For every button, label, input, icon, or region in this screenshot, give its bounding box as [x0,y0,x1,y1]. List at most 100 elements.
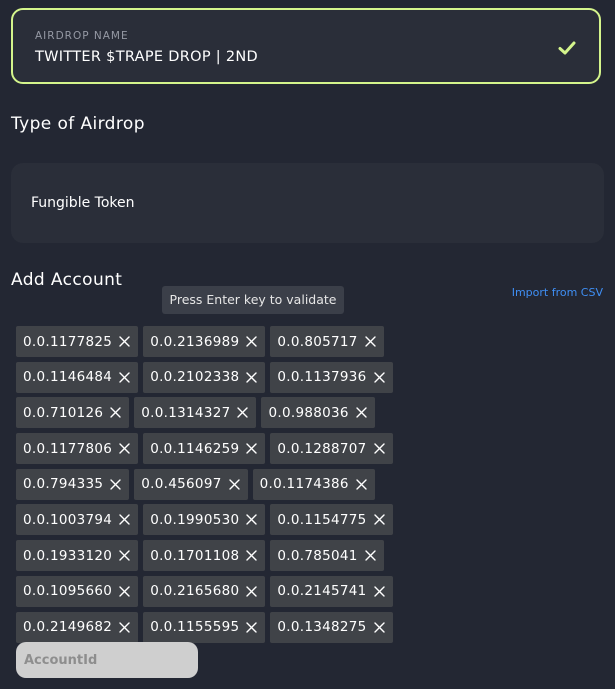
account-chip-label: 0.0.1095660 [23,583,113,600]
remove-chip-icon[interactable] [119,371,130,383]
account-chip-label: 0.0.1933120 [23,547,113,564]
remove-chip-icon[interactable] [373,371,385,383]
account-chip: 0.0.1095660 [16,575,139,607]
account-chip-label: 0.0.1003794 [23,511,113,528]
account-chip: 0.0.2165680 [143,575,266,607]
airdrop-form: AIRDROP NAME TWITTER $TRAPE DROP | 2ND T… [0,0,615,689]
remove-chip-icon[interactable] [119,550,130,561]
remove-chip-icon[interactable] [237,407,249,419]
remove-chip-icon[interactable] [246,336,258,347]
account-chip-label: 0.0.1155595 [150,619,240,635]
account-chip-label: 0.0.2145741 [277,583,367,600]
account-chip: 0.0.2149682 [16,611,139,643]
remove-chip-icon[interactable] [246,621,258,633]
remove-chip-icon[interactable] [364,550,376,561]
remove-chip-icon[interactable] [119,336,130,347]
remove-chip-icon[interactable] [373,443,385,454]
account-chip-label: 0.0.1146484 [23,369,113,386]
account-chip: 0.0.456097 [134,468,248,500]
account-chip-label: 0.0.2136989 [150,333,240,350]
remove-chip-icon[interactable] [119,586,130,597]
account-chip: 0.0.785041 [270,540,384,572]
remove-chip-icon[interactable] [119,443,130,454]
account-chip: 0.0.1990530 [143,504,266,536]
import-csv-link[interactable]: Import from CSV [512,286,603,299]
remove-chip-icon[interactable] [119,514,130,526]
account-chip: 0.0.710126 [16,397,130,429]
account-chip-row: 0.0.794335 0.0.456097 0.0.1174386 [16,468,436,500]
account-chip-row: 0.0.710126 0.0.1314327 0.0.988036 [16,397,436,429]
remove-chip-icon[interactable] [246,586,258,597]
account-chip: 0.0.1933120 [16,540,139,572]
account-chip: 0.0.1177806 [16,433,139,465]
remove-chip-icon[interactable] [356,479,367,490]
account-chip-label: 0.0.1137936 [277,369,367,386]
account-chip-label: 0.0.794335 [23,476,104,493]
account-chip-row: 0.0.1177806 0.0.1146259 0.0.1288707 [16,433,436,465]
account-chip: 0.0.2136989 [143,326,266,357]
remove-chip-icon[interactable] [356,407,367,419]
remove-chip-icon[interactable] [373,621,385,633]
account-chip-label: 0.0.1990530 [150,511,240,528]
account-chip-row: 0.0.2149682 0.0.1155595 0.0.1348275 [16,611,436,643]
remove-chip-icon[interactable] [364,336,376,347]
account-chip: 0.0.1177825 [16,326,139,357]
account-chip-row: 0.0.1095660 0.0.2165680 0.0.2145741 [16,575,436,607]
account-chip: 0.0.2145741 [270,575,393,607]
remove-chip-icon[interactable] [246,371,258,383]
validate-tooltip: Press Enter key to validate [162,286,344,314]
airdrop-type-select[interactable]: Fungible Token [11,163,604,243]
account-chip: 0.0.1146484 [16,361,139,393]
account-chip: 0.0.1701108 [143,540,266,572]
account-chip-label: 0.0.1177806 [23,440,113,457]
remove-chip-icon[interactable] [246,443,258,454]
account-chip-label: 0.0.710126 [23,404,104,421]
account-chip-list: 0.0.1177825 0.0.2136989 0.0.805717 0.0.1146… [16,326,436,647]
account-chip: 0.0.1314327 [134,397,257,429]
account-chip: 0.0.1137936 [270,361,393,393]
account-id-input[interactable] [16,642,198,678]
remove-chip-icon[interactable] [246,514,258,526]
remove-chip-icon[interactable] [119,621,130,633]
account-chip-label: 0.0.1146259 [150,440,240,457]
account-chip: 0.0.1174386 [252,468,375,500]
remove-chip-icon[interactable] [228,479,240,490]
account-chip-row: 0.0.1933120 0.0.1701108 0.0.785041 [16,540,436,572]
account-chip-label: 0.0.1701108 [150,547,240,564]
account-chip-label: 0.0.988036 [268,404,349,421]
account-chip-label: 0.0.1177825 [23,333,113,350]
airdrop-name-field[interactable]: AIRDROP NAME TWITTER $TRAPE DROP | 2ND [11,8,601,84]
account-chip: 0.0.1348275 [270,611,393,643]
account-chip: 0.0.1288707 [270,433,393,465]
check-icon [558,41,576,55]
account-chip: 0.0.1146259 [143,433,266,465]
account-chip-row: 0.0.1003794 0.0.1990530 0.0.1154775 [16,504,436,536]
remove-chip-icon[interactable] [246,550,258,561]
airdrop-name-value[interactable]: TWITTER $TRAPE DROP | 2ND [35,49,258,65]
account-chip-label: 0.0.1154775 [277,511,367,528]
account-chip: 0.0.805717 [270,326,384,357]
airdrop-type-value: Fungible Token [31,195,135,211]
account-chip-label: 0.0.1174386 [259,476,349,493]
account-chip-label: 0.0.2102338 [150,369,240,386]
account-chip-label: 0.0.2149682 [23,619,113,635]
remove-chip-icon[interactable] [110,407,121,419]
account-chip-row: 0.0.1146484 0.0.2102338 0.0.1137936 [16,361,436,393]
account-chip-label: 0.0.805717 [277,333,358,350]
remove-chip-icon[interactable] [373,586,385,597]
remove-chip-icon[interactable] [110,479,121,490]
account-chip-row: 0.0.1177825 0.0.2136989 0.0.805717 [16,326,436,357]
airdrop-name-label: AIRDROP NAME [35,30,129,42]
account-chip-label: 0.0.785041 [277,547,358,564]
remove-chip-icon[interactable] [373,514,385,526]
account-chip: 0.0.794335 [16,468,130,500]
account-chip-label: 0.0.2165680 [150,583,240,600]
account-chip: 0.0.1154775 [270,504,393,536]
type-of-airdrop-title: Type of Airdrop [11,114,145,134]
account-chip: 0.0.1155595 [143,611,266,643]
account-chip: 0.0.2102338 [143,361,266,393]
account-chip-label: 0.0.1348275 [277,619,367,635]
add-account-title: Add Account [11,270,123,290]
account-chip: 0.0.1003794 [16,504,139,536]
account-chip-label: 0.0.1314327 [141,404,231,421]
